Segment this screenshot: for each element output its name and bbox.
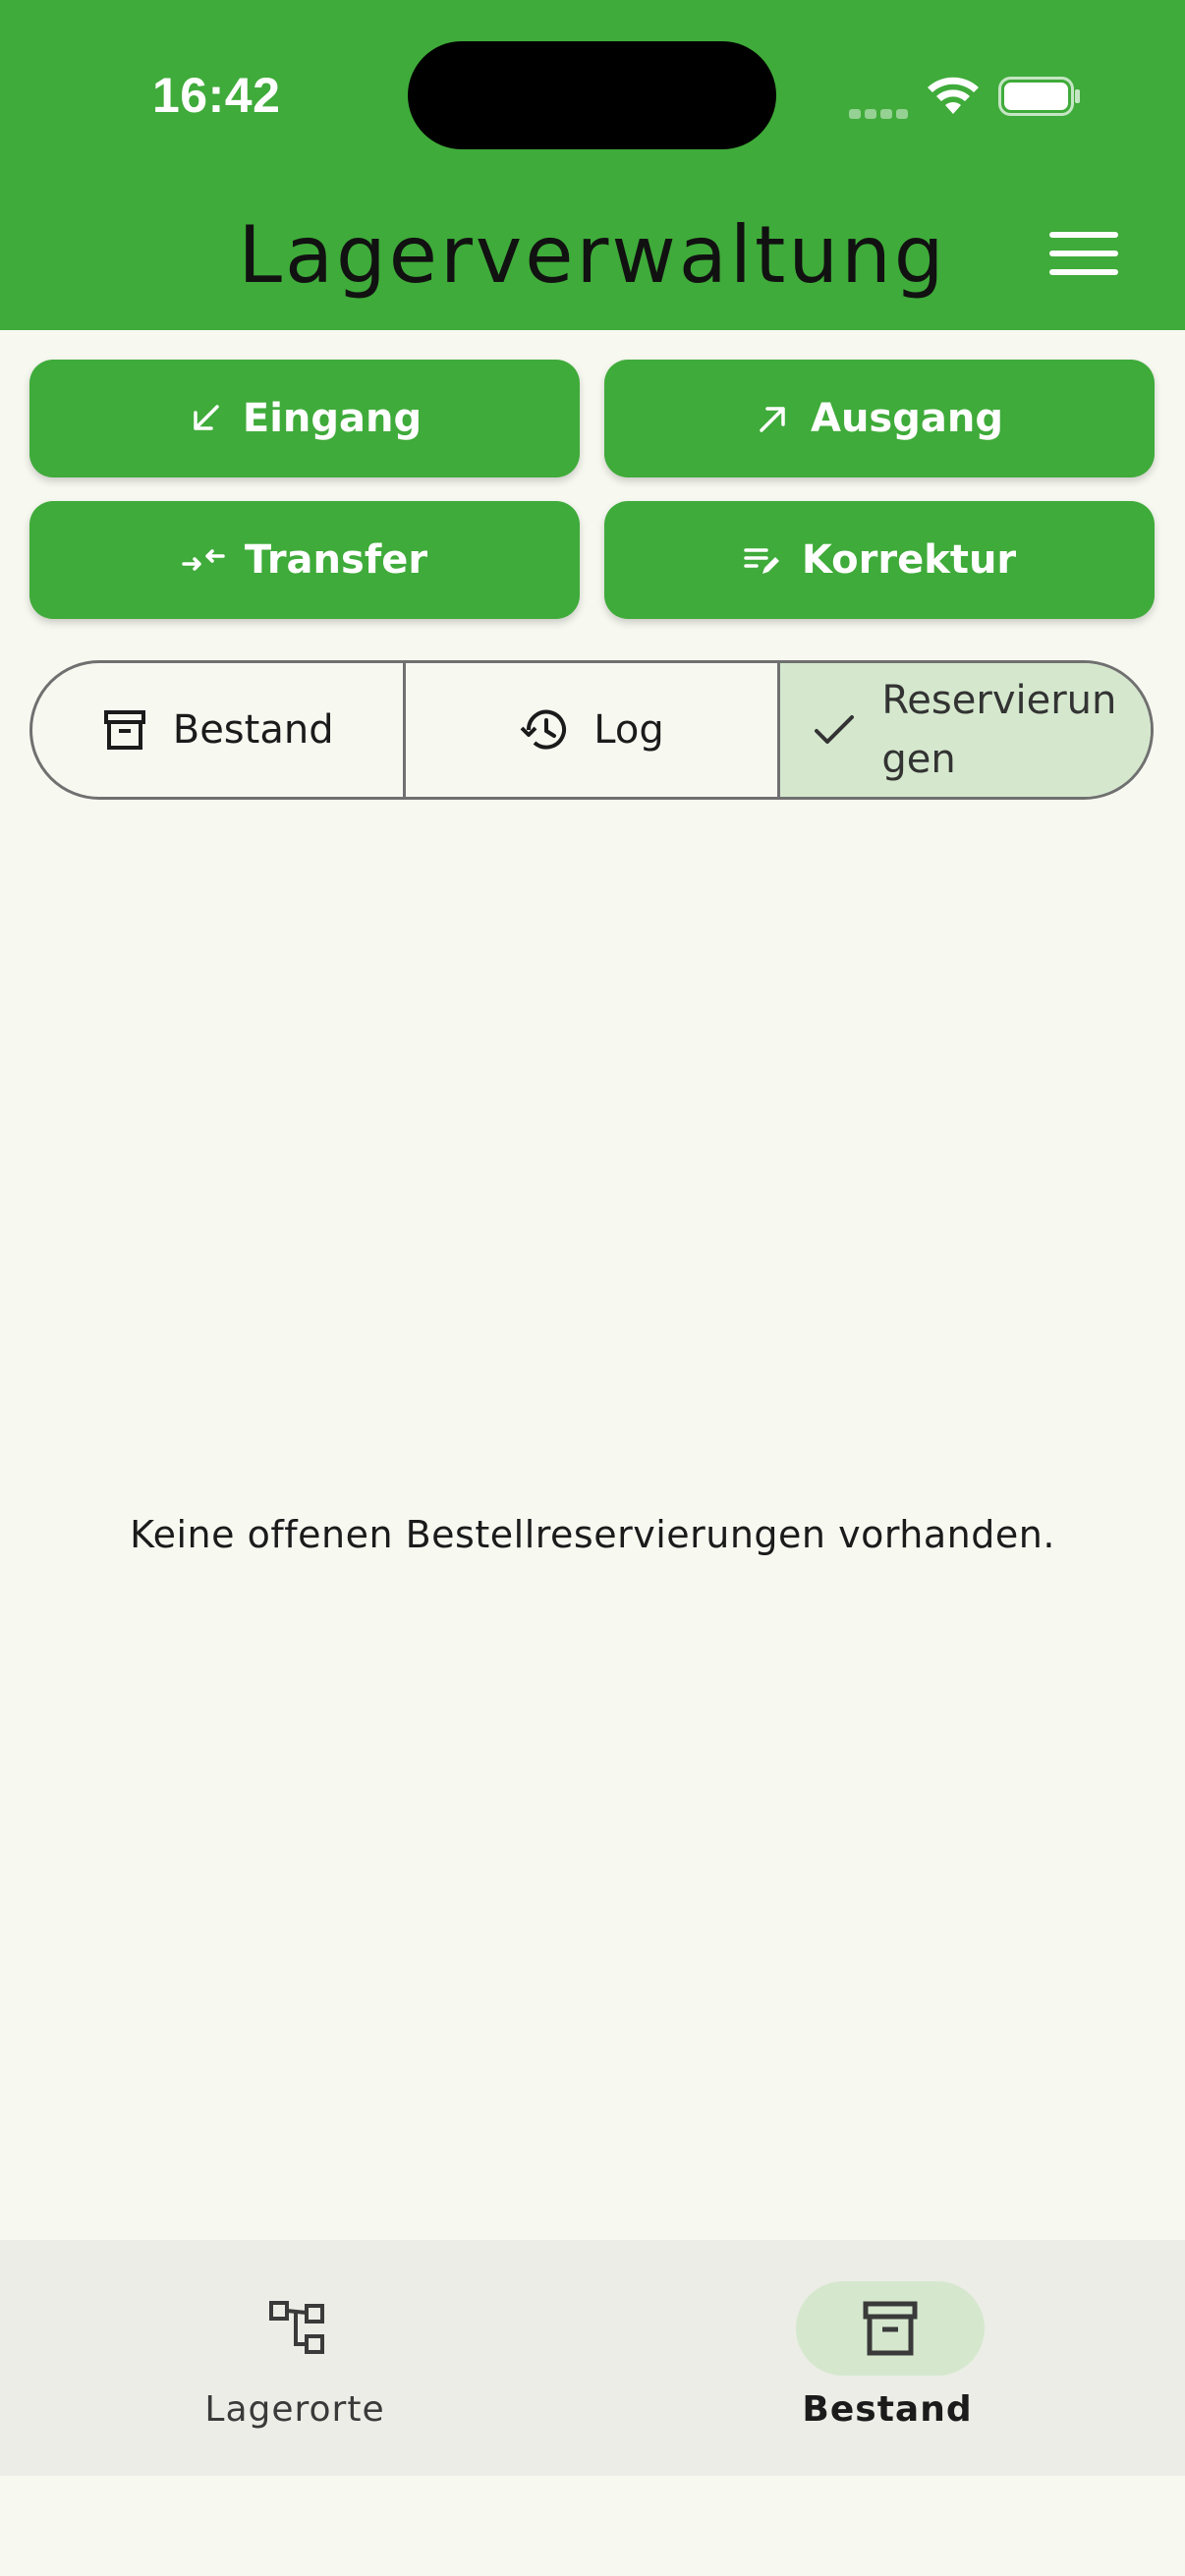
transfer-button[interactable]: Transfer (29, 501, 580, 619)
archive-box-icon (863, 2301, 918, 2356)
nav-bestand[interactable]: Bestand (691, 2240, 1084, 2476)
bottom-navigation: Lagerorte Bestand (0, 2240, 1185, 2476)
app-title: Lagerverwaltung (238, 209, 947, 301)
nav-bestand-label: Bestand (802, 2389, 973, 2430)
arrow-down-left-icon (194, 405, 219, 430)
segment-bestand-label: Bestand (172, 707, 334, 753)
transfer-label: Transfer (244, 537, 428, 583)
battery-icon (998, 77, 1080, 116)
empty-state-message: Keine offenen Bestellreservierungen vorh… (130, 1513, 1055, 1556)
korrektur-label: Korrektur (801, 537, 1017, 583)
dynamic-island (408, 41, 776, 149)
history-icon (520, 709, 567, 750)
view-segmented-control: Bestand Log Reservierungen (29, 660, 1154, 800)
segment-log-label: Log (593, 707, 664, 753)
check-icon (815, 715, 855, 744)
archive-box-icon (103, 710, 145, 750)
ausgang-label: Ausgang (811, 396, 1003, 441)
status-time: 16:42 (152, 68, 281, 123)
wifi-icon (928, 77, 979, 114)
segment-reservierungen[interactable]: Reservierungen (776, 663, 1151, 797)
segment-reservierungen-label: Reservierungen (881, 678, 1117, 782)
ausgang-button[interactable]: Ausgang (604, 360, 1155, 477)
eingang-button[interactable]: Eingang (29, 360, 580, 477)
eingang-label: Eingang (242, 396, 423, 441)
segment-bestand[interactable]: Bestand (32, 663, 403, 797)
transfer-arrows-icon (182, 549, 225, 571)
app-header: 16:42 Lagerverwaltung (0, 0, 1185, 330)
nav-lagerorte[interactable]: Lagerorte (98, 2240, 491, 2476)
korrektur-button[interactable]: Korrektur (604, 501, 1155, 619)
segment-log[interactable]: Log (403, 663, 776, 797)
cellular-signal-icon (849, 104, 912, 123)
arrow-up-right-icon (760, 407, 785, 432)
hamburger-menu-icon[interactable] (1049, 232, 1118, 283)
hierarchy-icon (269, 2301, 324, 2354)
edit-list-icon (744, 548, 779, 574)
nav-lagerorte-label: Lagerorte (204, 2389, 385, 2430)
